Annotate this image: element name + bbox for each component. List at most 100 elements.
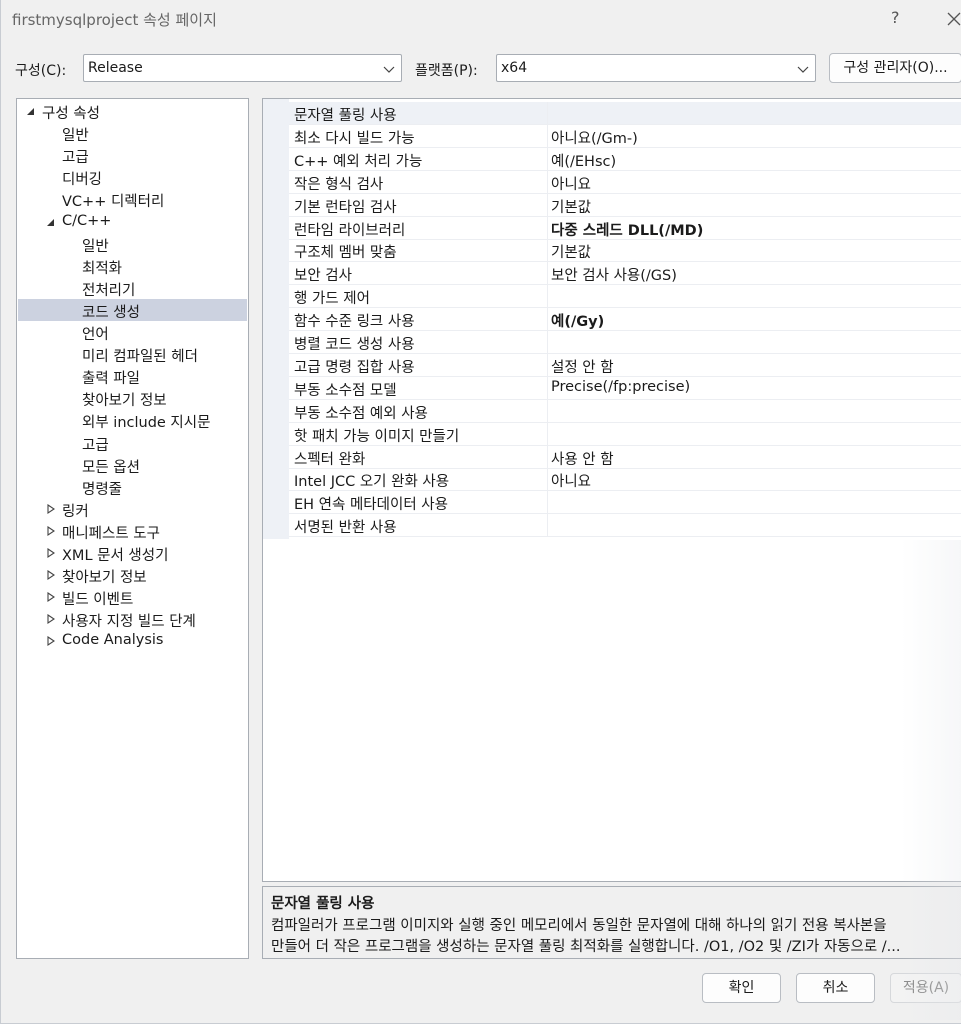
tree-item[interactable]: 빌드 이벤트 xyxy=(18,586,247,608)
tree-item[interactable]: C/C++ xyxy=(18,211,247,233)
tree-item[interactable]: Code Analysis xyxy=(18,630,247,652)
property-row[interactable]: 스펙터 완화 사용 안 함 xyxy=(289,445,961,469)
expanded-arrow-icon[interactable] xyxy=(46,216,56,228)
property-tree[interactable]: 구성 속성 일반 고급 디버깅 VC++ 디렉터리 C/C++ 일반 최적화 전처리기 코드 생성… xyxy=(16,98,249,959)
property-row[interactable]: 구조체 멤버 맞춤 기본값 xyxy=(289,239,961,263)
property-row[interactable]: 런타임 라이브러리 다중 스레드 DLL(/MD) xyxy=(289,216,961,240)
collapsed-arrow-icon[interactable] xyxy=(46,613,56,625)
tree-item-label: 외부 include 지시문 xyxy=(82,415,211,432)
tree-item[interactable]: VC++ 디렉터리 xyxy=(18,188,247,210)
tree-item[interactable]: 출력 파일 xyxy=(18,365,247,387)
tree-item[interactable]: 일반 xyxy=(18,122,247,144)
property-value[interactable]: Precise(/fp:precise) xyxy=(551,379,690,395)
property-row[interactable]: 병렬 코드 생성 사용 xyxy=(289,331,961,354)
collapsed-arrow-icon[interactable] xyxy=(46,525,56,537)
config-label: 구성(C): xyxy=(15,63,67,79)
collapsed-arrow-icon[interactable] xyxy=(46,547,56,559)
property-row[interactable]: C++ 예외 처리 가능 예(/EHsc) xyxy=(289,147,961,171)
property-name: 작은 형식 검사 xyxy=(294,176,384,193)
tree-item[interactable]: 고급 xyxy=(18,432,247,454)
tree-item[interactable]: 미리 컴파일된 헤더 xyxy=(18,343,247,365)
tree-item[interactable]: 코드 생성 xyxy=(18,298,247,321)
property-row[interactable]: 문자열 풀링 사용 xyxy=(289,102,961,125)
property-value[interactable]: 아니요(/Gm-) xyxy=(551,127,638,148)
property-name: 구조체 멤버 맞춤 xyxy=(294,245,397,262)
tree-item[interactable]: 매니페스트 도구 xyxy=(18,520,247,542)
property-value[interactable]: 예(/Gy) xyxy=(551,310,604,331)
property-value[interactable]: 아니요 xyxy=(551,173,591,194)
property-name: 스펙터 완화 xyxy=(294,451,366,468)
property-row[interactable]: 고급 명령 집합 사용 설정 안 함 xyxy=(289,353,961,377)
grid-gutter xyxy=(263,99,289,539)
ok-button[interactable]: 확인 xyxy=(702,973,781,1003)
tree-item[interactable]: 언어 xyxy=(18,321,247,343)
tree-item-label: 일반 xyxy=(82,238,109,255)
column-separator xyxy=(547,124,548,148)
tree-item[interactable]: 일반 xyxy=(18,233,247,255)
tree-item[interactable]: 구성 속성 xyxy=(18,100,247,122)
property-row[interactable]: 행 가드 제어 xyxy=(289,285,961,309)
tree-item-label: 고급 xyxy=(62,150,89,167)
property-row[interactable]: 핫 패치 가능 이미지 만들기 xyxy=(289,422,961,446)
property-name: 고급 명령 집합 사용 xyxy=(294,359,415,376)
collapsed-arrow-icon[interactable] xyxy=(46,569,56,581)
property-row[interactable]: Intel JCC 오기 완화 사용 아니요 xyxy=(289,468,961,492)
tree-item[interactable]: 전처리기 xyxy=(18,277,247,299)
property-value[interactable]: 다중 스레드 DLL(/MD) xyxy=(551,219,703,240)
property-value[interactable]: 기본값 xyxy=(551,196,591,217)
tree-item[interactable]: 고급 xyxy=(18,144,247,166)
collapsed-arrow-icon[interactable] xyxy=(46,635,56,647)
property-grid[interactable]: 문자열 풀링 사용최소 다시 빌드 가능 아니요(/Gm-) C++ 예외 처리 가… xyxy=(262,98,961,882)
property-name: 함수 수준 링크 사용 xyxy=(294,314,415,331)
tree-item[interactable]: 찾아보기 정보 xyxy=(18,387,247,409)
column-separator xyxy=(547,102,548,125)
expanded-arrow-icon[interactable] xyxy=(26,105,36,117)
tree-item-label: 일반 xyxy=(62,128,89,145)
property-value[interactable]: 사용 안 함 xyxy=(551,448,614,469)
tree-item-label: VC++ 디렉터리 xyxy=(62,194,165,211)
config-select[interactable]: Release xyxy=(83,54,402,82)
property-row[interactable]: 부동 소수점 모델 Precise(/fp:precise) xyxy=(289,376,961,400)
tree-item-label: 구성 속성 xyxy=(42,106,100,122)
tree-item-label: 최적화 xyxy=(82,260,123,277)
tree-item-label: C/C++ xyxy=(62,212,112,229)
configuration-manager-button[interactable]: 구성 관리자(O)... xyxy=(829,53,961,83)
tree-item[interactable]: 찾아보기 정보 xyxy=(18,564,247,586)
property-name: 최소 다시 빌드 가능 xyxy=(294,130,415,147)
tree-item[interactable]: 디버깅 xyxy=(18,166,247,188)
tree-item[interactable]: 명령줄 xyxy=(18,476,247,498)
property-value[interactable]: 설정 안 함 xyxy=(551,356,614,377)
property-value[interactable]: 예(/EHsc) xyxy=(551,150,616,171)
column-separator xyxy=(547,170,548,194)
collapsed-arrow-icon[interactable] xyxy=(46,591,56,603)
tree-item[interactable]: 외부 include 지시문 xyxy=(18,409,247,431)
tree-item[interactable]: 모든 옵션 xyxy=(18,454,247,476)
property-value[interactable]: 보안 검사 사용(/GS) xyxy=(551,264,677,285)
chevron-down-icon xyxy=(797,63,809,73)
help-button[interactable]: ? xyxy=(891,8,900,27)
cancel-button[interactable]: 취소 xyxy=(796,973,875,1003)
property-value[interactable]: 기본값 xyxy=(551,241,591,262)
property-row[interactable]: 함수 수준 링크 사용 예(/Gy) xyxy=(289,308,961,332)
property-row[interactable]: 부동 소수점 예외 사용 xyxy=(289,399,961,423)
property-row[interactable]: EH 연속 메타데이터 사용 xyxy=(289,491,961,515)
property-row[interactable]: 기본 런타임 검사 기본값 xyxy=(289,193,961,217)
tree-item[interactable]: XML 문서 생성기 xyxy=(18,542,247,564)
collapsed-arrow-icon[interactable] xyxy=(46,503,56,515)
property-row[interactable]: 보안 검사 보안 검사 사용(/GS) xyxy=(289,262,961,286)
apply-button[interactable]: 적용(A) xyxy=(890,973,961,1003)
property-row[interactable]: 작은 형식 검사 아니요 xyxy=(289,170,961,194)
column-separator xyxy=(547,353,548,377)
tree-item-label: 사용자 지정 빌드 단계 xyxy=(62,614,196,631)
tree-item[interactable]: 최적화 xyxy=(18,255,247,277)
tree-item[interactable]: 링커 xyxy=(18,498,247,520)
tree-item-label: 찾아보기 정보 xyxy=(62,570,147,587)
tree-item-label: 출력 파일 xyxy=(82,371,140,388)
property-row[interactable]: 최소 다시 빌드 가능 아니요(/Gm-) xyxy=(289,124,961,148)
close-icon[interactable] xyxy=(945,6,961,30)
property-row[interactable]: 서명된 반환 사용 xyxy=(289,514,961,538)
property-name: 병렬 코드 생성 사용 xyxy=(294,337,415,353)
property-value[interactable]: 아니요 xyxy=(551,470,591,491)
tree-item[interactable]: 사용자 지정 빌드 단계 xyxy=(18,608,247,630)
platform-select[interactable]: x64 xyxy=(496,54,816,82)
